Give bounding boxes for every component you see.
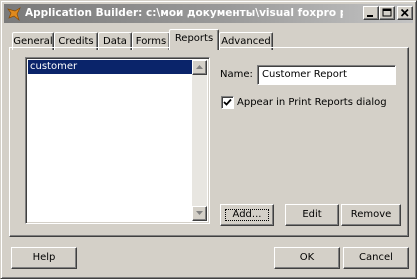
close-button[interactable]	[397, 6, 413, 20]
ok-button[interactable]: OK	[274, 247, 340, 269]
tab-reports[interactable]: Reports	[169, 29, 219, 50]
scroll-down-arrow-icon[interactable]	[192, 206, 207, 221]
edit-button[interactable]: Edit	[285, 204, 339, 226]
maximize-button[interactable]	[379, 6, 395, 20]
focus-rect	[225, 209, 269, 221]
window-title: Application Builder: c:\мои документы\vi…	[25, 7, 343, 19]
report-name-input[interactable]: Customer Report	[257, 65, 396, 85]
list-item-customer[interactable]: customer	[28, 60, 193, 74]
name-label: Name:	[220, 69, 253, 80]
foxpro-app-icon	[6, 6, 22, 22]
reports-listbox[interactable]: customer	[25, 57, 210, 224]
application-builder-window: Application Builder: c:\мои документы\vi…	[0, 0, 417, 279]
add-button[interactable]: Add...	[220, 204, 274, 226]
scroll-up-arrow-icon[interactable]	[192, 60, 207, 75]
help-button[interactable]: Help	[11, 247, 77, 269]
title-bar[interactable]: Application Builder: c:\мои документы\vi…	[4, 4, 413, 23]
print-reports-checkbox[interactable]	[221, 96, 234, 109]
cancel-button[interactable]: Cancel	[343, 247, 409, 269]
minimize-button[interactable]	[363, 6, 379, 20]
remove-button[interactable]: Remove	[341, 204, 401, 226]
print-reports-label[interactable]: Appear in Print Reports dialog	[237, 97, 387, 108]
listbox-scrollbar[interactable]	[192, 60, 207, 221]
